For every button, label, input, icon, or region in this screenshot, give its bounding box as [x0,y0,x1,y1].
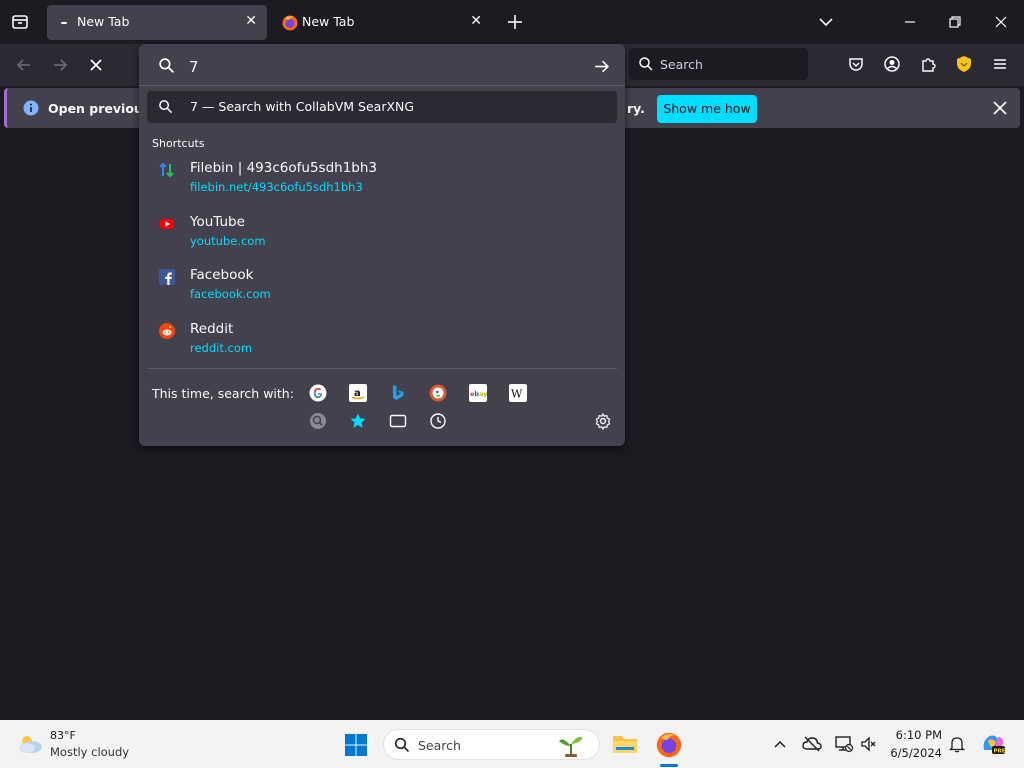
extensions-icon[interactable] [918,54,938,74]
taskbar-search-placeholder: Search [418,738,461,753]
cloud-offline-icon[interactable] [802,736,822,756]
suggestion-text: 7 — Search with CollabVM SearXNG [190,99,415,114]
urlbar-popup: 7 — Search with CollabVM SearXNG Shortcu… [139,44,625,446]
restore-icon[interactable] [945,12,965,32]
notification-bell-icon[interactable] [948,735,966,757]
weather-description[interactable]: Mostly cloudy [50,745,129,759]
account-icon[interactable] [882,54,902,74]
shortcut-title: Facebook [190,267,254,283]
ublock-shield-icon[interactable] [954,54,974,74]
filebin-icon [159,162,175,178]
shortcut-item[interactable]: YouTube youtube.com [147,213,617,259]
stop-loading-icon[interactable] [82,52,110,78]
shortcuts-heading: Shortcuts [152,137,205,150]
shortcut-url: youtube.com [190,234,266,248]
amazon-icon[interactable]: a [349,384,367,402]
windows-start-icon[interactable] [344,733,368,761]
network-icon[interactable] [834,735,854,757]
tab-new-tab-active[interactable]: New Tab ✕ [47,5,267,40]
search-with-label: This time, search with: [152,386,294,401]
shortcut-url: facebook.com [190,287,271,301]
file-explorer-icon[interactable] [612,732,638,760]
taskbar-search[interactable]: Search [383,729,600,760]
firefox-icon [282,15,298,31]
address-bar[interactable] [147,48,617,84]
shortcut-item[interactable]: Filebin | 493c6ofu5sdh1bh3 filebin.net/4… [147,159,617,205]
clock-date: 6/5/2024 [890,746,942,760]
duckduckgo-icon[interactable] [429,384,447,402]
tabs-icon[interactable] [389,412,407,430]
divider [139,85,625,86]
forward-arrow-icon[interactable] [46,52,74,78]
notification-text-tail: ry. [627,101,645,116]
shortcut-item[interactable]: Facebook facebook.com [147,266,617,312]
volume-muted-icon[interactable] [860,736,878,756]
copilot-icon[interactable]: PRE [980,732,1006,760]
svg-text:a: a [354,388,361,399]
shortcut-item[interactable]: Reddit reddit.com [147,320,617,366]
close-tab-icon[interactable]: ✕ [470,13,482,29]
search-suggestion[interactable]: 7 — Search with CollabVM SearXNG [147,91,617,123]
search-bar[interactable]: Search [629,48,808,80]
history-icon[interactable] [429,412,447,430]
search-icon [158,57,175,78]
taskbar: 83°F Mostly cloudy Search 6:10 PM 6/5/20… [0,720,1024,768]
tab-title: New Tab [302,14,355,29]
tab-overview-icon[interactable] [10,12,30,32]
show-me-how-button[interactable]: Show me how [657,95,757,123]
tab-new-tab[interactable]: New Tab ✕ [272,5,492,40]
plant-highlight-icon [556,732,586,762]
searxng-icon[interactable] [309,412,327,430]
new-tab-icon[interactable] [505,12,525,32]
tab-strip: New Tab ✕ New Tab ✕ [0,0,1024,44]
menu-icon[interactable] [990,54,1010,74]
close-window-icon[interactable] [991,12,1011,32]
active-app-indicator [660,764,678,767]
loading-icon [57,15,73,31]
clock-time: 6:10 PM [895,728,942,742]
url-input[interactable] [189,56,569,78]
svg-text:ebay: ebay [470,390,487,398]
close-tab-icon[interactable]: ✕ [245,13,257,29]
svg-text:W: W [511,388,523,401]
pocket-icon[interactable] [846,54,866,74]
weather-temperature[interactable]: 83°F [50,729,76,742]
wikipedia-icon[interactable]: W [509,384,527,402]
bookmarks-icon[interactable] [349,412,367,430]
back-arrow-icon[interactable] [10,52,38,78]
search-placeholder: Search [660,57,703,72]
shortcut-title: YouTube [190,214,245,230]
bing-icon[interactable] [389,384,407,402]
shortcut-title: Reddit [190,321,234,337]
ebay-icon[interactable]: ebay [469,384,488,402]
divider [147,368,617,369]
google-icon[interactable] [309,384,327,402]
shortcut-title: Filebin | 493c6ofu5sdh1bh3 [190,160,377,176]
list-all-tabs-icon[interactable] [816,12,836,32]
tab-title: New Tab [77,14,130,29]
gear-icon[interactable] [594,412,612,431]
weather-cloud-icon[interactable] [16,732,44,760]
search-icon [158,99,173,118]
chevron-up-icon[interactable] [772,737,788,755]
youtube-icon [159,216,175,232]
clock[interactable]: 6:10 PM 6/5/2024 [884,728,942,760]
firefox-taskbar-icon[interactable] [656,732,682,762]
close-notification-icon[interactable] [991,99,1009,121]
minimize-icon[interactable] [900,12,920,32]
search-icon [394,737,410,757]
search-icon [638,56,654,76]
svg-text:PRE: PRE [994,749,1006,755]
facebook-icon [159,269,175,285]
reddit-icon [159,323,175,339]
info-icon [23,100,39,120]
go-arrow-icon[interactable] [593,58,610,79]
shortcut-url: reddit.com [190,341,253,355]
shortcut-url: filebin.net/493c6ofu5sdh1bh3 [190,180,363,194]
